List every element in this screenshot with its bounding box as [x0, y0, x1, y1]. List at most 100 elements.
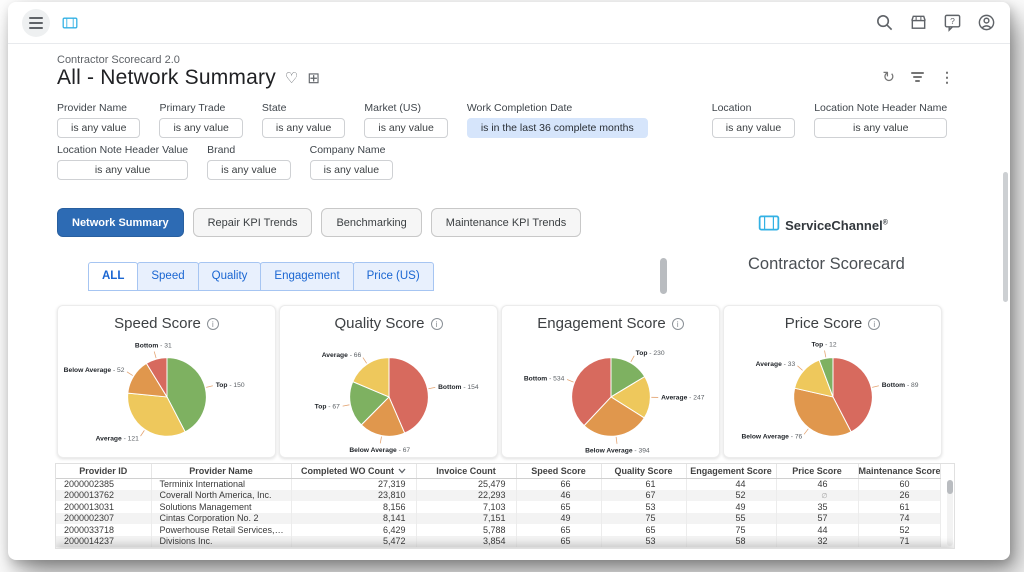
cell-maintenance-score[interactable]: 71: [858, 536, 940, 548]
account-icon[interactable]: [977, 13, 996, 32]
cell-quality-score[interactable]: 67: [601, 490, 686, 502]
filter-value-provider-name[interactable]: is any value: [57, 118, 140, 138]
cell-invoice-count[interactable]: 7,151: [416, 513, 516, 525]
cell-quality-score[interactable]: 65: [601, 524, 686, 536]
cell-provider-name[interactable]: Solutions Management: [151, 501, 291, 513]
cell-provider-id[interactable]: 2000002385: [56, 478, 151, 490]
filter-value-location-note-header-value[interactable]: is any value: [57, 160, 188, 180]
filter-value-company-name[interactable]: is any value: [310, 160, 393, 180]
filter-value-market-us[interactable]: is any value: [364, 118, 447, 138]
cell-price-score[interactable]: 46: [776, 478, 858, 490]
cell-speed-score[interactable]: 65: [516, 536, 601, 548]
cell-maintenance-score[interactable]: 26: [858, 490, 940, 502]
cell-provider-id[interactable]: 2000033718: [56, 524, 151, 536]
cell-engagement-score[interactable]: 55: [686, 513, 776, 525]
column-header-maintenance-score[interactable]: Maintenance Score: [858, 464, 940, 478]
table-row[interactable]: 2000002385Terminix International27,31925…: [56, 478, 940, 490]
cell-invoice-count[interactable]: 22,293: [416, 490, 516, 502]
cell-maintenance-score[interactable]: 52: [858, 524, 940, 536]
cell-engagement-score[interactable]: 75: [686, 524, 776, 536]
cell-provider-name[interactable]: Terminix International: [151, 478, 291, 490]
cell-provider-name[interactable]: Cintas Corporation No. 2: [151, 513, 291, 525]
favorite-heart-icon[interactable]: ♡: [285, 71, 298, 86]
info-icon[interactable]: i: [207, 318, 219, 330]
cell-completed-wo-count[interactable]: 5,472: [291, 536, 416, 548]
filter-value-work-completion-date[interactable]: is in the last 36 complete months: [467, 118, 648, 138]
filter-value-location-note-header-name[interactable]: is any value: [814, 118, 947, 138]
nav-button-maintenance-kpi-trends[interactable]: Maintenance KPI Trends: [431, 208, 581, 237]
menu-icon[interactable]: [22, 9, 50, 37]
table-row[interactable]: 2000013762Coverall North America, Inc.23…: [56, 490, 940, 502]
cell-provider-id[interactable]: 2000013762: [56, 490, 151, 502]
cell-engagement-score[interactable]: 49: [686, 501, 776, 513]
cell-invoice-count[interactable]: 7,103: [416, 501, 516, 513]
nav-button-benchmarking[interactable]: Benchmarking: [321, 208, 421, 237]
cell-invoice-count[interactable]: 5,788: [416, 524, 516, 536]
cell-price-score[interactable]: ∅: [776, 490, 858, 502]
table-scrollbar[interactable]: [947, 480, 953, 546]
info-icon[interactable]: i: [672, 318, 684, 330]
cell-speed-score[interactable]: 49: [516, 513, 601, 525]
filter-icon[interactable]: [911, 72, 924, 82]
cell-completed-wo-count[interactable]: 23,810: [291, 490, 416, 502]
cell-speed-score[interactable]: 65: [516, 524, 601, 536]
more-options-icon[interactable]: ⋮: [940, 69, 954, 86]
tab-price-us[interactable]: Price (US): [353, 262, 434, 291]
cell-quality-score[interactable]: 75: [601, 513, 686, 525]
column-header-invoice-count[interactable]: Invoice Count: [416, 464, 516, 478]
filter-value-state[interactable]: is any value: [262, 118, 345, 138]
help-icon[interactable]: ?: [943, 13, 962, 32]
tab-all[interactable]: ALL: [88, 262, 138, 291]
table-row[interactable]: 2000002307Cintas Corporation No. 28,1417…: [56, 513, 940, 525]
cell-provider-name[interactable]: Powerhouse Retail Services, In...: [151, 524, 291, 536]
column-header-speed-score[interactable]: Speed Score: [516, 464, 601, 478]
cell-invoice-count[interactable]: 3,854: [416, 536, 516, 548]
cell-completed-wo-count[interactable]: 8,141: [291, 513, 416, 525]
column-header-completed-wo-count[interactable]: Completed WO Count: [291, 464, 416, 478]
cell-maintenance-score[interactable]: 74: [858, 513, 940, 525]
cell-price-score[interactable]: 57: [776, 513, 858, 525]
cell-speed-score[interactable]: 46: [516, 490, 601, 502]
cell-completed-wo-count[interactable]: 6,429: [291, 524, 416, 536]
copy-board-icon[interactable]: ⊞: [307, 71, 320, 86]
column-header-provider-name[interactable]: Provider Name: [151, 464, 291, 478]
tab-quality[interactable]: Quality: [198, 262, 262, 291]
cell-quality-score[interactable]: 53: [601, 536, 686, 548]
cell-speed-score[interactable]: 66: [516, 478, 601, 490]
page-scrollbar[interactable]: [1003, 172, 1008, 302]
cell-quality-score[interactable]: 61: [601, 478, 686, 490]
table-row[interactable]: 2000013031Solutions Management8,1567,103…: [56, 501, 940, 513]
tab-speed[interactable]: Speed: [137, 262, 198, 291]
cell-provider-id[interactable]: 2000014237: [56, 536, 151, 548]
cell-quality-score[interactable]: 53: [601, 501, 686, 513]
column-header-quality-score[interactable]: Quality Score: [601, 464, 686, 478]
cell-price-score[interactable]: 32: [776, 536, 858, 548]
column-header-engagement-score[interactable]: Engagement Score: [686, 464, 776, 478]
cell-invoice-count[interactable]: 25,479: [416, 478, 516, 490]
info-icon[interactable]: i: [431, 318, 443, 330]
cell-engagement-score[interactable]: 52: [686, 490, 776, 502]
cell-speed-score[interactable]: 65: [516, 501, 601, 513]
cell-provider-name[interactable]: Coverall North America, Inc.: [151, 490, 291, 502]
info-icon[interactable]: i: [868, 318, 880, 330]
cell-price-score[interactable]: 44: [776, 524, 858, 536]
cell-engagement-score[interactable]: 44: [686, 478, 776, 490]
cell-provider-name[interactable]: Divisions Inc.: [151, 536, 291, 548]
filter-value-location[interactable]: is any value: [712, 118, 795, 138]
table-row[interactable]: 2000014237Divisions Inc.5,4723,854655358…: [56, 536, 940, 548]
cell-completed-wo-count[interactable]: 8,156: [291, 501, 416, 513]
cell-price-score[interactable]: 35: [776, 501, 858, 513]
column-header-provider-id[interactable]: Provider ID: [56, 464, 151, 478]
cell-provider-id[interactable]: 2000013031: [56, 501, 151, 513]
cell-completed-wo-count[interactable]: 27,319: [291, 478, 416, 490]
section-scrollbar[interactable]: [660, 258, 667, 294]
cell-engagement-score[interactable]: 58: [686, 536, 776, 548]
table-row[interactable]: 2000033718Powerhouse Retail Services, In…: [56, 524, 940, 536]
refresh-icon[interactable]: ↻: [882, 68, 895, 86]
cell-maintenance-score[interactable]: 61: [858, 501, 940, 513]
cell-maintenance-score[interactable]: 60: [858, 478, 940, 490]
filter-value-brand[interactable]: is any value: [207, 160, 290, 180]
marketplace-icon[interactable]: [909, 13, 928, 32]
filter-value-primary-trade[interactable]: is any value: [159, 118, 242, 138]
tab-engagement[interactable]: Engagement: [260, 262, 353, 291]
